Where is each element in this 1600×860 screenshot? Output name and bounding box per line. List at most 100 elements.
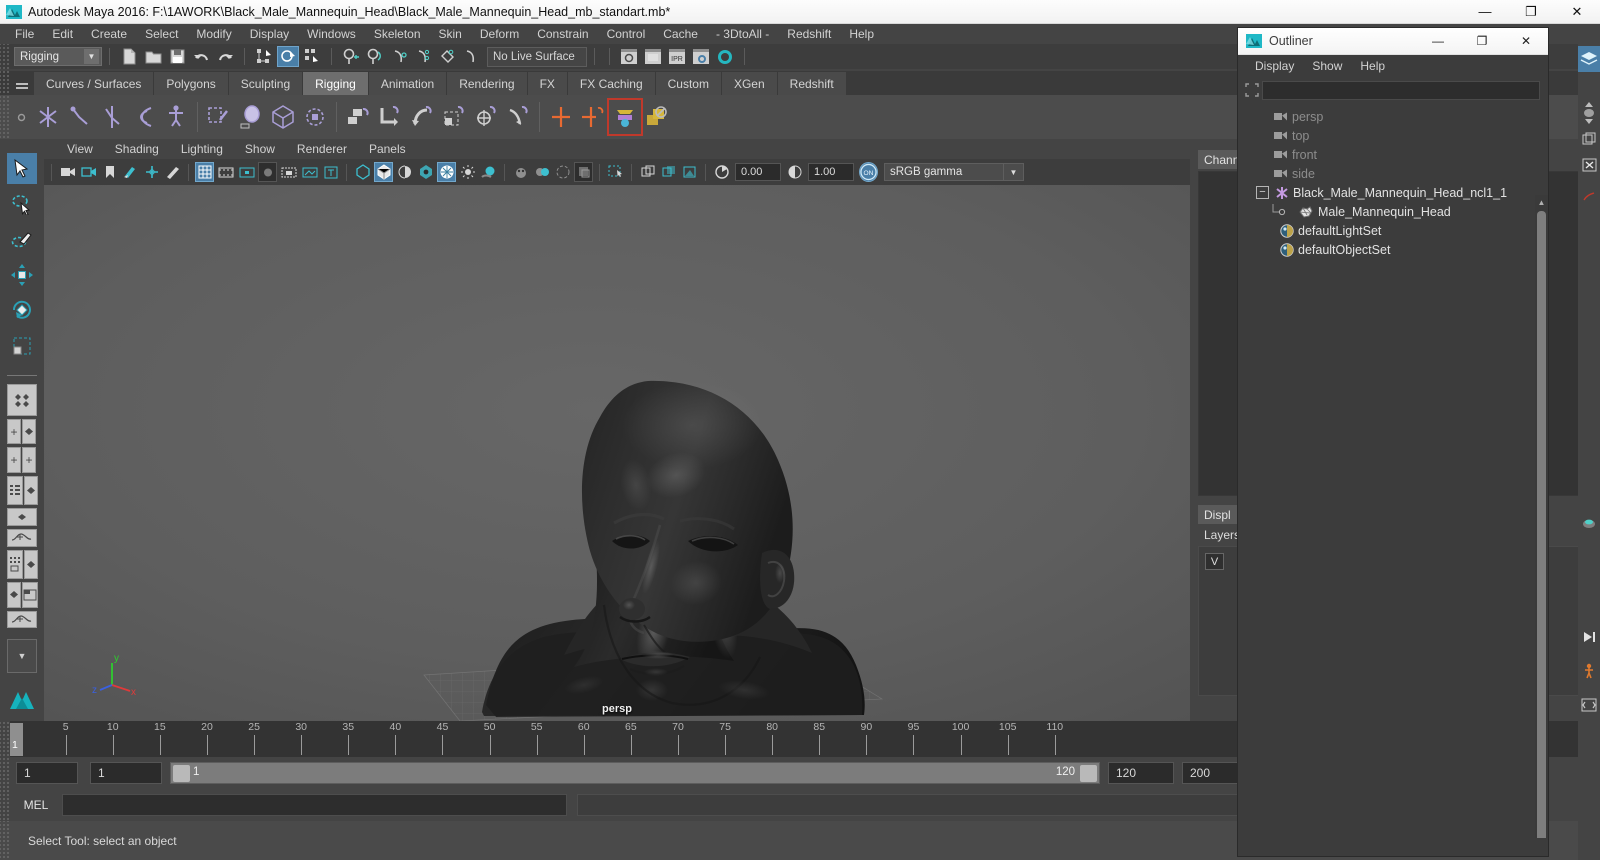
outliner-item-default-object-set[interactable]: defaultObjectSet (1238, 240, 1548, 259)
lattice-deformer-button[interactable] (267, 100, 299, 134)
shelf-tab-polygons[interactable]: Polygons (154, 72, 229, 95)
paint-skin-weights-button[interactable] (203, 100, 235, 134)
animation-end-field[interactable]: 120 (1108, 762, 1174, 784)
animation-start-field[interactable]: 1 (90, 762, 162, 784)
outliner-item-persp[interactable]: persp (1238, 107, 1548, 126)
menu-file[interactable]: File (6, 25, 43, 43)
shelf-tab-redshift[interactable]: Redshift (777, 72, 847, 95)
aim-constraint-button[interactable] (470, 100, 502, 134)
exposure-control-icon[interactable] (712, 162, 731, 182)
redo-previous-render-button[interactable] (642, 46, 664, 67)
filter-brackets-icon[interactable] (1242, 80, 1262, 100)
human-ik-icon[interactable] (1578, 658, 1600, 684)
render-settings-button[interactable] (690, 46, 712, 67)
layout-cell[interactable] (24, 475, 38, 506)
range-slider[interactable]: 1 120 (170, 762, 1100, 784)
cluster-deformer-button[interactable] (299, 100, 331, 134)
mirror-skin-weights-button[interactable] (577, 100, 609, 134)
shelf-tab-animation[interactable]: Animation (368, 72, 448, 95)
outliner-item-front[interactable]: front (1238, 145, 1548, 164)
deformation-order-button[interactable] (607, 98, 643, 136)
menu-select[interactable]: Select (136, 25, 187, 43)
playblast-icon[interactable] (1578, 624, 1600, 650)
select-by-hierarchy-button[interactable] (253, 46, 275, 67)
menu-modify[interactable]: Modify (187, 25, 240, 43)
menu-control[interactable]: Control (598, 25, 655, 43)
exposure-value-field[interactable]: 0.00 (735, 163, 781, 181)
tab-display-layers[interactable]: Displ (1198, 505, 1237, 524)
depth-of-field-icon[interactable] (574, 162, 593, 182)
rotate-tool-button[interactable] (7, 295, 37, 326)
layout-cell[interactable] (7, 475, 23, 506)
multi-object-display-icon[interactable] (638, 162, 657, 182)
shelf-tab-rendering[interactable]: Rendering (447, 72, 528, 95)
red-marker-icon[interactable] (1578, 184, 1600, 210)
menu-3dtoall[interactable]: - 3DtoAll - (707, 25, 778, 43)
use-default-material-icon[interactable] (416, 162, 435, 182)
command-input[interactable] (62, 794, 567, 816)
menu-edit[interactable]: Edit (43, 25, 82, 43)
scroll-up-down-icon[interactable] (1578, 100, 1600, 126)
redo-button[interactable] (214, 46, 236, 67)
outliner-item-top[interactable]: top (1238, 126, 1548, 145)
outliner-item-black-male-mannequin-head-ncl1-1[interactable]: − Black_Male_Mannequin_Head_ncl1_1 (1238, 183, 1548, 202)
range-end-handle[interactable] (1080, 765, 1097, 782)
motion-blur-icon[interactable] (532, 162, 551, 182)
viewport-menu-lighting[interactable]: Lighting (170, 141, 234, 157)
viewport-menu-panels[interactable]: Panels (358, 141, 417, 157)
layers-strip-icon[interactable] (1578, 46, 1600, 72)
close-button[interactable]: ✕ (1554, 0, 1600, 24)
quick-layout-outliner-persp-button[interactable] (7, 475, 38, 506)
layout-cell[interactable] (7, 549, 23, 580)
menu-set-selector[interactable]: Rigging ▼ (14, 47, 102, 66)
live-surface-field[interactable]: No Live Surface (487, 46, 587, 67)
quick-layout-more-button[interactable]: ▼ (7, 639, 37, 673)
outliner-item-male-mannequin-head[interactable]: Male_Mannequin_Head (1238, 202, 1548, 221)
outliner-tree[interactable]: persp top front side − Black_Male_Manneq… (1238, 103, 1548, 838)
scale-constraint-button[interactable] (438, 100, 470, 134)
parent-constraint-button[interactable] (342, 100, 374, 134)
close-strip-icon[interactable] (1578, 152, 1600, 178)
move-tool-button[interactable] (7, 259, 37, 290)
snap-to-grid-button[interactable] (340, 46, 362, 67)
scale-tool-button[interactable] (7, 330, 37, 361)
snap-to-curve-button[interactable] (364, 46, 386, 67)
command-language-label[interactable]: MEL (10, 798, 62, 812)
quick-layout-persp-graph-button[interactable] (7, 582, 38, 608)
layout-cell[interactable] (22, 582, 38, 608)
shelf-tab-curves-surfaces[interactable]: Curves / Surfaces (34, 72, 155, 95)
snap-to-view-plane-button[interactable] (436, 46, 458, 67)
xray-active-components-icon[interactable] (680, 162, 699, 182)
grease-pencil-icon[interactable] (163, 162, 182, 182)
snap-to-projected-center-button[interactable] (412, 46, 434, 67)
create-skeleton-button[interactable] (160, 100, 192, 134)
ipr-render-button[interactable]: IPR (666, 46, 688, 67)
range-start-handle[interactable] (173, 765, 190, 782)
paint-select-tool-button[interactable] (7, 224, 37, 255)
viewport-menu-renderer[interactable]: Renderer (286, 141, 358, 157)
orient-constraint-button[interactable] (406, 100, 438, 134)
make-live-button[interactable] (460, 46, 482, 67)
lasso-tool-button[interactable] (7, 188, 37, 219)
viewport-menu-show[interactable]: Show (234, 141, 286, 157)
film-gate-icon[interactable] (216, 162, 235, 182)
layout-cell[interactable] (24, 549, 38, 580)
script-editor-icon[interactable] (1578, 692, 1600, 718)
shelf-menu-icon[interactable] (10, 72, 34, 95)
create-ik-handle-button[interactable] (64, 100, 96, 134)
select-by-component-type-button[interactable] (301, 46, 323, 67)
menu-create[interactable]: Create (82, 25, 136, 43)
layout-cell[interactable]: + (7, 418, 21, 445)
shelf-tab-rigging[interactable]: Rigging (303, 72, 369, 95)
layer-visibility-header[interactable]: V (1205, 553, 1224, 570)
outliner-scroll-thumb[interactable] (1537, 211, 1546, 838)
shelf-grip[interactable] (0, 71, 10, 95)
quick-layout-anim-graph-button[interactable] (7, 610, 37, 629)
range-start-field[interactable]: 1 (16, 762, 78, 784)
screen-space-ao-icon[interactable] (511, 162, 530, 182)
statusline-grip[interactable] (0, 44, 10, 69)
bind-skin-button[interactable] (235, 100, 267, 134)
viewport-menu-shading[interactable]: Shading (104, 141, 170, 157)
duplicate-strip-icon[interactable] (1578, 126, 1600, 152)
open-scene-button[interactable] (142, 46, 164, 67)
